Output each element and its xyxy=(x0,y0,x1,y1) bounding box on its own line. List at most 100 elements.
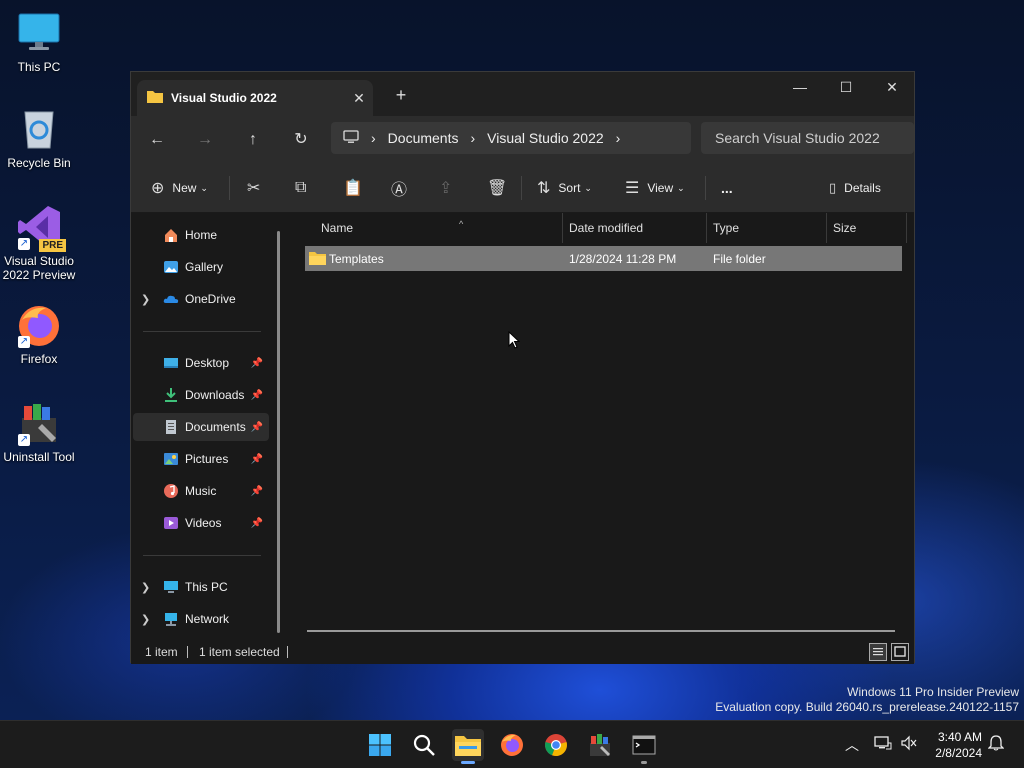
more-options-button[interactable]: ... xyxy=(721,174,733,202)
chevron-right-icon[interactable]: › xyxy=(371,130,376,146)
chevron-right-icon[interactable]: ❯ xyxy=(141,293,150,306)
nav-item-pictures[interactable]: Pictures 📌 xyxy=(133,445,269,473)
nav-item-downloads[interactable]: Downloads 📌 xyxy=(133,381,269,409)
tiles-view-button[interactable] xyxy=(891,643,909,661)
chrome-icon xyxy=(545,734,567,757)
taskbar-uninstall-tool[interactable] xyxy=(584,729,616,761)
home-icon xyxy=(163,227,179,243)
refresh-button[interactable]: ↻ xyxy=(287,126,315,154)
desktop-icon-this-pc[interactable]: This PC xyxy=(0,10,78,74)
pin-icon[interactable]: 📌 xyxy=(251,486,263,497)
plus-circle-icon: ⊕ xyxy=(151,180,165,197)
search-button[interactable] xyxy=(408,729,440,761)
uninstall-tool-icon: ↗ xyxy=(16,400,62,446)
sort-ascending-icon: ^ xyxy=(459,219,464,229)
copy-button[interactable]: ⧉ xyxy=(295,174,306,202)
chevron-right-icon[interactable]: ❯ xyxy=(141,581,150,594)
new-button[interactable]: ⊕ New ⌄ xyxy=(151,174,208,202)
pin-icon[interactable]: 📌 xyxy=(251,358,263,369)
taskbar-firefox[interactable] xyxy=(496,729,528,761)
taskbar-chrome[interactable] xyxy=(540,729,572,761)
monitor-icon xyxy=(163,579,179,595)
minimize-button[interactable]: — xyxy=(777,72,823,102)
view-button[interactable]: ☰ View ⌄ xyxy=(625,174,685,202)
toolbar-separator xyxy=(229,176,230,200)
new-label: New xyxy=(172,181,197,195)
forward-button[interactable]: → xyxy=(191,126,219,154)
column-header-type[interactable]: Type xyxy=(707,213,827,243)
chevron-right-icon[interactable]: › xyxy=(470,130,475,146)
table-row[interactable]: Templates 1/28/2024 11:28 PM File folder xyxy=(305,246,902,271)
desktop-icon-visual-studio[interactable]: PRE ↗ Visual Studio 2022 Preview xyxy=(0,204,78,282)
search-input[interactable]: Search Visual Studio 2022 xyxy=(701,122,914,154)
details-view-button[interactable] xyxy=(869,643,887,661)
tab-visual-studio-2022[interactable]: Visual Studio 2022 ✕ xyxy=(137,80,373,116)
column-header-size[interactable]: Size xyxy=(827,213,907,243)
clipboard-icon: 📋 xyxy=(343,180,363,197)
scissors-icon: ✂ xyxy=(247,180,261,197)
close-tab-icon[interactable]: ✕ xyxy=(345,90,373,107)
chevron-right-icon[interactable]: › xyxy=(616,130,621,146)
cloud-icon xyxy=(163,291,179,307)
column-header-name[interactable]: Name ^ xyxy=(315,213,563,243)
column-label: Type xyxy=(713,221,740,235)
nav-item-music[interactable]: Music 📌 xyxy=(133,477,269,505)
nav-item-gallery[interactable]: Gallery xyxy=(133,253,269,281)
nav-scrollbar[interactable] xyxy=(277,231,280,633)
pin-icon[interactable]: 📌 xyxy=(251,390,263,401)
nav-item-home[interactable]: Home xyxy=(133,221,269,249)
system-clock[interactable]: 3:40 AM 2/8/2024 xyxy=(935,729,982,761)
close-window-button[interactable]: ✕ xyxy=(869,72,915,102)
paste-button[interactable]: 📋 xyxy=(343,174,363,202)
nav-item-documents[interactable]: Documents 📌 xyxy=(133,413,269,441)
desktop-icon-uninstall-tool[interactable]: ↗ Uninstall Tool xyxy=(0,400,78,464)
watermark-line: Windows 11 Pro Insider Preview xyxy=(847,685,1019,699)
rename-button[interactable]: Ⓐ xyxy=(391,174,407,202)
network-status-icon[interactable] xyxy=(874,735,892,754)
details-button[interactable]: ▯ Details xyxy=(829,174,881,202)
taskbar-terminal[interactable] xyxy=(628,729,660,764)
volume-muted-icon[interactable] xyxy=(900,735,918,754)
new-tab-button[interactable]: + xyxy=(389,84,413,108)
file-type: File folder xyxy=(713,252,766,266)
show-hidden-icons-chevron-icon[interactable]: ︿ xyxy=(845,735,859,755)
horizontal-scrollbar[interactable] xyxy=(307,630,895,632)
column-label: Name xyxy=(321,221,354,235)
maximize-button[interactable]: ☐ xyxy=(823,72,869,102)
pin-icon[interactable]: 📌 xyxy=(251,454,263,465)
desktop-icon-firefox[interactable]: ↗ Firefox xyxy=(0,302,78,366)
nav-item-network[interactable]: ❯ Network xyxy=(133,605,269,633)
cut-button[interactable]: ✂ xyxy=(247,174,260,202)
status-separator xyxy=(187,646,188,658)
chevron-right-icon[interactable]: ❯ xyxy=(141,613,150,626)
details-label: Details xyxy=(844,181,881,195)
breadcrumb-visual-studio-2022[interactable]: Visual Studio 2022 xyxy=(487,130,604,146)
start-button[interactable] xyxy=(364,729,396,761)
sort-button[interactable]: ⇅ Sort ⌄ xyxy=(537,174,592,202)
share-button[interactable]: ⇪ xyxy=(439,174,452,202)
taskbar-file-explorer[interactable] xyxy=(452,729,484,764)
view-label: View xyxy=(647,181,674,195)
desktop-icon-recycle-bin[interactable]: Recycle Bin xyxy=(0,106,78,170)
nav-item-videos[interactable]: Videos 📌 xyxy=(133,509,269,537)
pre-badge: PRE xyxy=(39,239,66,252)
delete-button[interactable]: 🗑 xyxy=(487,174,507,202)
nav-label: OneDrive xyxy=(185,292,236,306)
nav-item-desktop[interactable]: Desktop 📌 xyxy=(133,349,269,377)
mouse-cursor-icon xyxy=(508,330,521,352)
nav-item-onedrive[interactable]: ❯ OneDrive xyxy=(133,285,269,313)
back-button[interactable]: ← xyxy=(143,126,171,154)
pin-icon[interactable]: 📌 xyxy=(251,518,263,529)
shortcut-arrow-icon: ↗ xyxy=(18,434,30,446)
details-pane-icon: ▯ xyxy=(829,180,837,195)
column-header-date-modified[interactable]: Date modified xyxy=(563,213,707,243)
nav-item-this-pc[interactable]: ❯ This PC xyxy=(133,573,269,601)
trash-icon: 🗑 xyxy=(487,180,508,197)
clock-date: 2/8/2024 xyxy=(935,746,982,760)
up-button[interactable]: ↑ xyxy=(239,126,267,154)
status-separator xyxy=(287,646,288,658)
breadcrumb-documents[interactable]: Documents xyxy=(388,130,459,146)
pin-icon[interactable]: 📌 xyxy=(251,422,263,433)
notification-bell-icon[interactable] xyxy=(987,735,1005,754)
address-bar[interactable]: › Documents › Visual Studio 2022 › xyxy=(331,122,691,154)
